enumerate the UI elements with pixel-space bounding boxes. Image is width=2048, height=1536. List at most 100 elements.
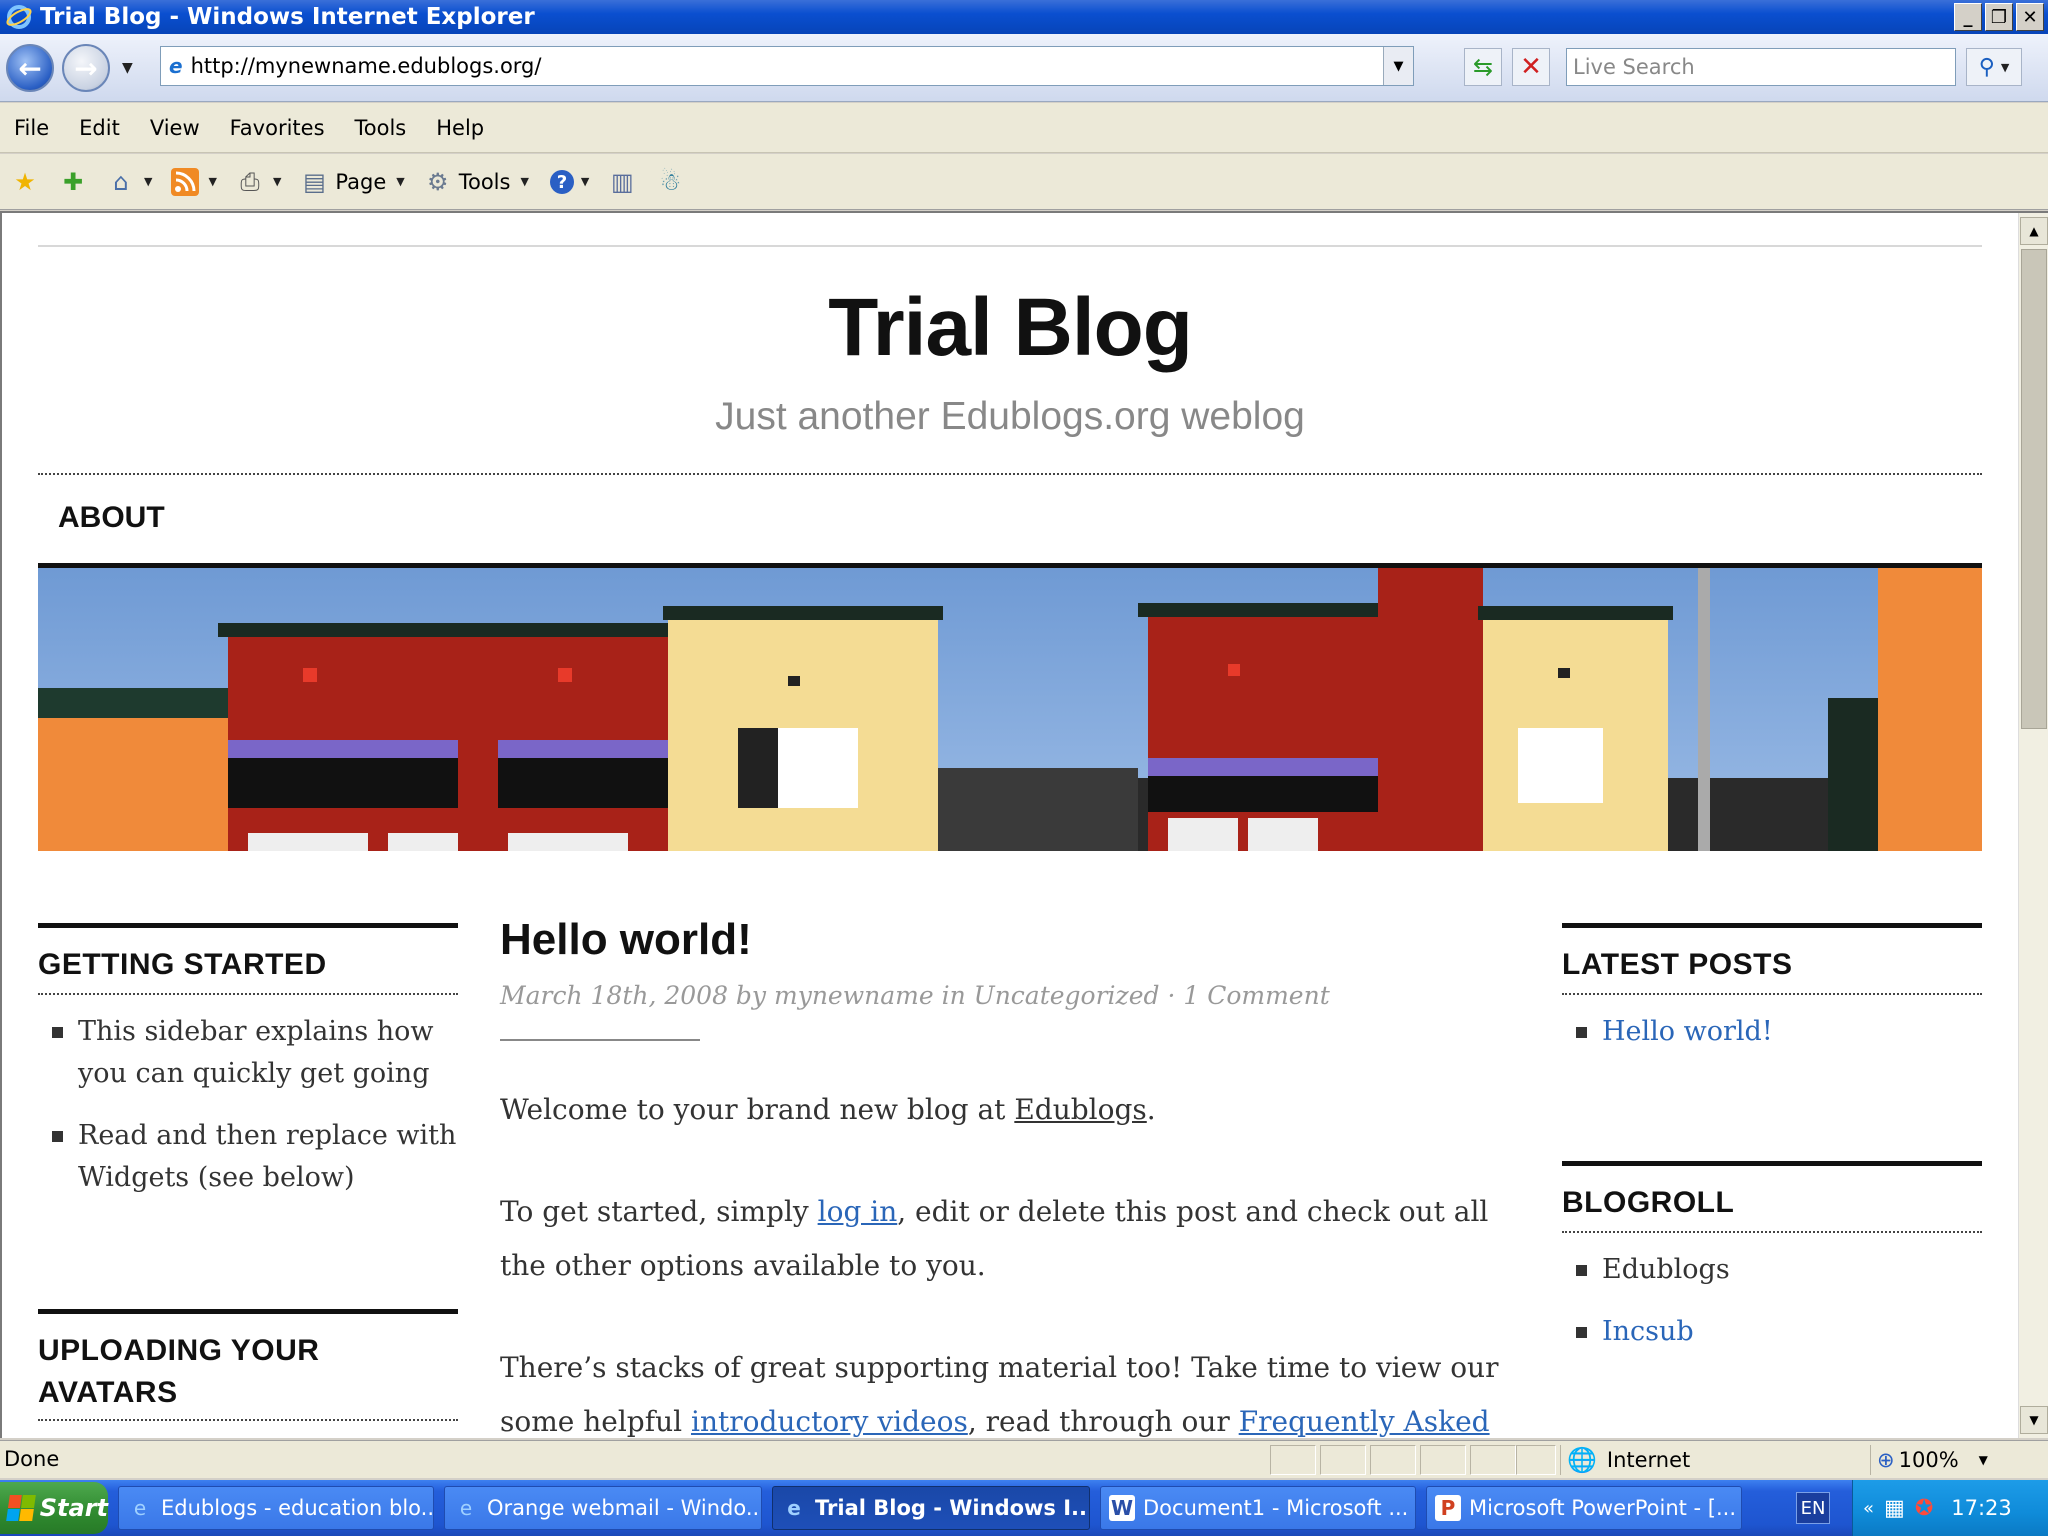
getting-started-list: This sidebar explains how you can quickl… bbox=[44, 1011, 458, 1219]
status-cell bbox=[1370, 1445, 1416, 1475]
network-icon[interactable]: ▦ bbox=[1884, 1496, 1905, 1521]
internet-explorer-icon: e bbox=[787, 1496, 801, 1520]
introductory-videos-link[interactable]: introductory videos bbox=[691, 1405, 968, 1438]
search-placeholder: Live Search bbox=[1573, 55, 1695, 79]
log-in-link[interactable]: log in bbox=[818, 1195, 898, 1228]
refresh-button[interactable]: ⇆ bbox=[1464, 48, 1502, 86]
help-icon[interactable]: ? bbox=[545, 165, 579, 199]
gear-icon: ⚙ bbox=[426, 167, 449, 196]
add-favorite-icon[interactable]: ✚ bbox=[56, 165, 90, 199]
task-label: Edublogs - education blo... bbox=[161, 1496, 434, 1520]
menu-help[interactable]: Help bbox=[436, 116, 484, 140]
globe-icon: 🌐 bbox=[1567, 1446, 1597, 1474]
task-button-word-document[interactable]: W Document1 - Microsoft ... bbox=[1100, 1486, 1416, 1530]
nav-about-link[interactable]: ABOUT bbox=[58, 501, 165, 535]
close-button[interactable]: ✕ bbox=[2016, 3, 2044, 31]
address-input[interactable]: e http://mynewname.edublogs.org/ ▼ bbox=[160, 46, 1414, 86]
blog-title[interactable]: Trial Blog bbox=[38, 281, 1982, 375]
blogroll-link-edublogs[interactable]: Edublogs bbox=[1568, 1249, 1982, 1291]
page-menu-dropdown[interactable]: ▼ bbox=[396, 175, 404, 188]
back-button[interactable]: ← bbox=[6, 44, 54, 92]
internet-explorer-icon: e bbox=[459, 1496, 473, 1520]
post-paragraph-3: There’s stacks of great supporting mater… bbox=[500, 1341, 1500, 1438]
menu-edit[interactable]: Edit bbox=[79, 116, 120, 140]
task-label: Orange webmail - Windo... bbox=[487, 1496, 762, 1520]
favorites-star-icon[interactable]: ★ bbox=[8, 165, 42, 199]
research-icon[interactable]: ▥ bbox=[605, 165, 639, 199]
buildings-illustration bbox=[38, 568, 1982, 851]
command-bar: ★ ✚ ⌂ ▼ ▼ ⎙ ▼ ▤ Page ▼ ⚙ Tools ▼ ? ▼ ▥ ☃ bbox=[0, 154, 2048, 210]
feeds-dropdown[interactable]: ▼ bbox=[208, 175, 216, 188]
clock[interactable]: 17:23 bbox=[1951, 1496, 2012, 1520]
messenger-icon[interactable]: ☃ bbox=[653, 165, 687, 199]
sidebar-heading-getting-started: GETTING STARTED bbox=[38, 923, 458, 986]
post-paragraph-1: Welcome to your brand new blog at Edublo… bbox=[500, 1083, 1500, 1137]
search-button[interactable]: ⚲ ▼ bbox=[1966, 48, 2022, 86]
menu-favorites[interactable]: Favorites bbox=[230, 116, 325, 140]
address-url: http://mynewname.edublogs.org/ bbox=[190, 54, 542, 78]
window-title-bar[interactable]: Trial Blog - Windows Internet Explorer _… bbox=[0, 0, 2048, 34]
task-button-powerpoint[interactable]: P Microsoft PowerPoint - [... bbox=[1426, 1486, 1742, 1530]
task-label: Microsoft PowerPoint - [... bbox=[1469, 1496, 1737, 1520]
vertical-scrollbar[interactable]: ▲ ▼ bbox=[2018, 213, 2048, 1438]
menu-file[interactable]: File bbox=[14, 116, 49, 140]
taskbar: Start e Edublogs - education blo... e Or… bbox=[0, 1480, 2048, 1536]
sidebar-divider bbox=[1562, 1231, 1982, 1233]
status-cell bbox=[1270, 1445, 1316, 1475]
zoom-control[interactable]: ⊕ 100% ▼ bbox=[1870, 1445, 2010, 1475]
faq-link[interactable]: Frequently Asked bbox=[1239, 1405, 1490, 1438]
blogroll-link-incsub[interactable]: Incsub bbox=[1568, 1311, 1982, 1353]
blogroll-list: Edublogs Incsub bbox=[1568, 1249, 1982, 1373]
address-toolbar: ← → ▼ e http://mynewname.edublogs.org/ ▼… bbox=[0, 34, 2048, 102]
zoom-icon: ⊕ bbox=[1877, 1448, 1895, 1472]
task-button-orange-webmail[interactable]: e Orange webmail - Windo... bbox=[444, 1486, 762, 1530]
zoom-level: 100% bbox=[1898, 1448, 1959, 1472]
scroll-down-button[interactable]: ▼ bbox=[2020, 1406, 2048, 1434]
task-button-edublogs[interactable]: e Edublogs - education blo... bbox=[118, 1486, 434, 1530]
edublogs-link[interactable]: Edublogs bbox=[1014, 1093, 1146, 1126]
tools-menu-dropdown[interactable]: ▼ bbox=[520, 175, 528, 188]
search-input[interactable]: Live Search bbox=[1566, 48, 1956, 86]
list-item: Read and then replace with Widgets (see … bbox=[44, 1115, 458, 1199]
forward-button[interactable]: → bbox=[62, 44, 110, 92]
scroll-up-button[interactable]: ▲ bbox=[2020, 217, 2048, 245]
security-zone[interactable]: 🌐 Internet bbox=[1560, 1445, 1858, 1475]
minimize-button[interactable]: _ bbox=[1954, 3, 1982, 31]
zoom-dropdown-icon: ▼ bbox=[1978, 1453, 1988, 1467]
system-tray: « ▦ ✪ 17:23 bbox=[1852, 1480, 2048, 1536]
task-button-trial-blog[interactable]: e Trial Blog - Windows I... bbox=[772, 1486, 1090, 1530]
menu-view[interactable]: View bbox=[150, 116, 200, 140]
language-indicator[interactable]: EN bbox=[1796, 1492, 1830, 1524]
post-title[interactable]: Hello world! bbox=[500, 915, 752, 965]
antivirus-icon[interactable]: ✪ bbox=[1915, 1496, 1933, 1521]
page-menu-icon: ▤ bbox=[303, 167, 326, 196]
paragraph-text: . bbox=[1146, 1093, 1156, 1126]
feeds-icon[interactable] bbox=[168, 165, 202, 199]
powerpoint-icon: P bbox=[1435, 1495, 1461, 1521]
search-icon: ⚲ bbox=[1978, 54, 1995, 80]
tools-menu[interactable]: Tools bbox=[459, 170, 511, 194]
page-menu[interactable]: Page bbox=[335, 170, 386, 194]
scroll-thumb[interactable] bbox=[2021, 249, 2047, 729]
menu-tools[interactable]: Tools bbox=[355, 116, 407, 140]
page-icon: e bbox=[169, 54, 183, 78]
restore-button[interactable]: ❐ bbox=[1985, 3, 2013, 31]
tray-expand-icon[interactable]: « bbox=[1863, 1498, 1874, 1519]
status-cell bbox=[1420, 1445, 1466, 1475]
latest-post-link[interactable]: Hello world! bbox=[1568, 1011, 1982, 1053]
menu-bar: File Edit View Favorites Tools Help bbox=[0, 103, 2048, 153]
stop-button[interactable]: ✕ bbox=[1512, 48, 1550, 86]
browser-viewport[interactable]: Trial Blog Just another Edublogs.org web… bbox=[0, 211, 2048, 1438]
address-dropdown-button[interactable]: ▼ bbox=[1383, 47, 1413, 85]
top-divider bbox=[38, 245, 1982, 247]
home-icon[interactable]: ⌂ bbox=[104, 165, 138, 199]
blog-page: Trial Blog Just another Edublogs.org web… bbox=[38, 213, 1982, 1438]
sidebar-divider bbox=[38, 993, 458, 995]
help-dropdown[interactable]: ▼ bbox=[581, 175, 589, 188]
sidebar-heading-uploading-avatars: UPLOADING YOUR AVATARS bbox=[38, 1309, 458, 1414]
print-icon[interactable]: ⎙ bbox=[233, 165, 267, 199]
start-button[interactable]: Start bbox=[0, 1482, 108, 1534]
recent-pages-dropdown[interactable]: ▼ bbox=[122, 60, 133, 76]
print-dropdown[interactable]: ▼ bbox=[273, 175, 281, 188]
home-dropdown[interactable]: ▼ bbox=[144, 175, 152, 188]
